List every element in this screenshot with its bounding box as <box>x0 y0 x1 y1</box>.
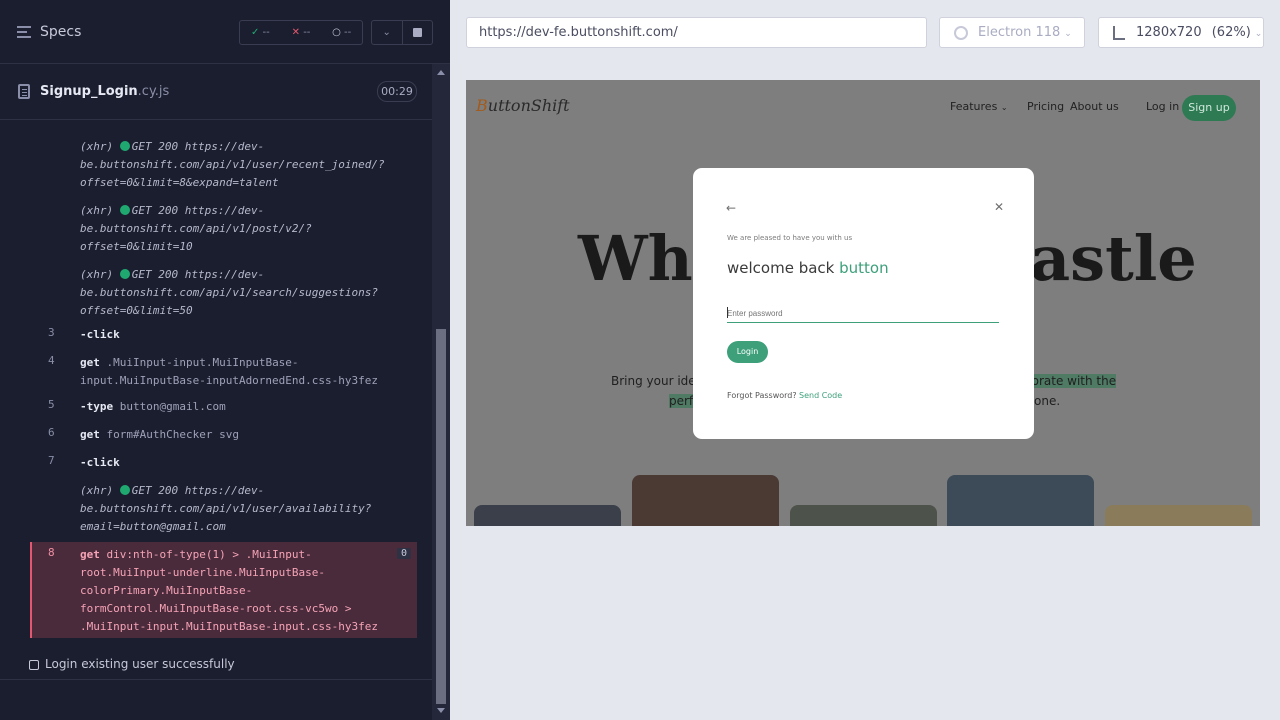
login-modal: ← ✕ We are pleased to have you with us w… <box>693 168 1034 439</box>
stop-icon <box>412 28 422 37</box>
command-number: 3 <box>48 326 55 339</box>
command-text: (xhr) GET 200 https://dev-be.buttonshift… <box>80 204 312 253</box>
runner-panel: Specs ✓ -- ✕ -- ○ -- ⌄ Signup_Login.cy.j… <box>0 0 450 720</box>
status-dot-icon <box>119 269 130 279</box>
passed-stat: ✓ -- <box>250 27 270 38</box>
test-title[interactable]: Login existing user successfully <box>45 657 235 671</box>
hero-subtext: borate with the <box>1024 374 1117 388</box>
command-number: 4 <box>48 354 55 367</box>
modal-subtitle: We are pleased to have you with us <box>727 234 853 242</box>
chevron-down-icon: ⌄ <box>1064 29 1072 39</box>
command-text: get .MuiInput-input.MuiInputBase-input.M… <box>80 356 379 387</box>
profile-card[interactable] <box>1105 505 1252 526</box>
spec-file-name[interactable]: Signup_Login.cy.js <box>40 84 169 99</box>
check-icon: ✓ <box>250 27 260 38</box>
command-row-failed[interactable]: 8 get div:nth-of-type(1) > .MuiInput-root… <box>30 542 417 638</box>
password-input[interactable] <box>727 304 999 323</box>
stop-button[interactable] <box>403 21 433 44</box>
command-text: (xhr) GET 200 https://dev-be.buttonshift… <box>80 140 385 189</box>
profile-card[interactable] <box>474 505 621 526</box>
command-number: 5 <box>48 398 55 411</box>
command-text: -click <box>80 328 120 341</box>
site-logo[interactable]: ButtonShift <box>476 96 570 115</box>
divider <box>0 679 432 680</box>
browser-selector[interactable]: Electron 118 ⌄ <box>939 17 1085 48</box>
modal-title: welcome back button <box>727 259 889 277</box>
ruler-icon <box>1113 26 1125 40</box>
command-text: (xhr) GET 200 https://dev-be.buttonshift… <box>80 268 379 317</box>
hero-subtext: perf <box>669 394 694 408</box>
preview-panel: https://dev-fe.buttonshift.com/ Electron… <box>450 0 1280 720</box>
command-text: (xhr) GET 200 https://dev-be.buttonshift… <box>80 484 372 533</box>
electron-icon <box>954 26 968 40</box>
hero-heading-right: astle <box>1030 222 1197 295</box>
x-icon: ✕ <box>291 27 300 38</box>
nav-features[interactable]: Features ⌄ <box>950 100 1008 113</box>
specs-title[interactable]: Specs <box>40 24 81 40</box>
scrollbar-thumb[interactable] <box>436 329 446 704</box>
command-number: 8 <box>48 546 55 559</box>
run-controls: ⌄ <box>371 20 433 45</box>
profile-card[interactable] <box>632 475 779 526</box>
command-log: (xhr) GET 200 https://dev-be.buttonshift… <box>0 120 432 640</box>
test-status-checkbox <box>29 660 39 670</box>
signup-button[interactable]: Sign up <box>1182 95 1236 121</box>
text-caret <box>727 307 728 318</box>
send-code-link[interactable]: Send Code <box>799 391 842 400</box>
command-text: -click <box>80 456 120 469</box>
run-timer: 00:29 <box>377 81 417 102</box>
app-under-test: ButtonShift Features ⌄ Pricing About us … <box>466 80 1260 526</box>
profile-card[interactable] <box>947 475 1094 526</box>
test-stats: ✓ -- ✕ -- ○ -- <box>239 20 363 45</box>
scroll-down-icon[interactable] <box>437 708 445 713</box>
nav-about-us[interactable]: About us <box>1070 100 1119 113</box>
collapse-button[interactable]: ⌄ <box>372 21 403 44</box>
viewport-size: 1280x720 <box>1136 25 1202 40</box>
command-text: -type button@gmail.com <box>80 400 226 413</box>
status-dot-icon <box>119 205 130 215</box>
profile-card[interactable] <box>790 505 937 526</box>
chevron-down-icon: ⌄ <box>382 27 391 38</box>
document-icon <box>18 84 30 99</box>
nav-pricing[interactable]: Pricing <box>1027 100 1064 113</box>
status-dot-icon <box>119 485 130 495</box>
back-arrow-icon[interactable]: ← <box>726 201 736 215</box>
hero-subtext: Bring your ide <box>611 374 696 388</box>
login-button[interactable]: Login <box>727 341 768 363</box>
status-dot-icon <box>119 141 130 151</box>
nav-login[interactable]: Log in <box>1146 100 1179 113</box>
command-number: 6 <box>48 426 55 439</box>
pending-stat: ○ -- <box>332 27 352 38</box>
chevron-down-icon: ⌄ <box>1000 103 1008 112</box>
viewport-scale: (62%) <box>1211 25 1251 40</box>
chevron-down-icon: ⌄ <box>1254 29 1263 39</box>
spinner-icon: ○ <box>332 27 341 38</box>
close-icon[interactable]: ✕ <box>994 200 1004 214</box>
command-text: get div:nth-of-type(1) > .MuiInput-root.… <box>80 548 379 633</box>
command-count-badge: 0 <box>396 548 411 559</box>
hero-subtext: one. <box>1034 394 1061 408</box>
command-number: 7 <box>48 454 55 467</box>
viewport-selector[interactable]: 1280x720 (62%) ⌄ <box>1098 17 1264 48</box>
command-text: get form#AuthChecker svg <box>80 428 239 441</box>
url-bar[interactable]: https://dev-fe.buttonshift.com/ <box>466 17 927 48</box>
failed-stat: ✕ -- <box>291 27 311 38</box>
runner-header: Specs ✓ -- ✕ -- ○ -- ⌄ <box>0 0 450 64</box>
specs-menu-icon[interactable] <box>17 26 31 38</box>
browser-label: Electron 118 <box>978 25 1061 40</box>
forgot-password-label: Forgot Password? <box>727 391 797 400</box>
scroll-up-icon[interactable] <box>437 70 445 75</box>
